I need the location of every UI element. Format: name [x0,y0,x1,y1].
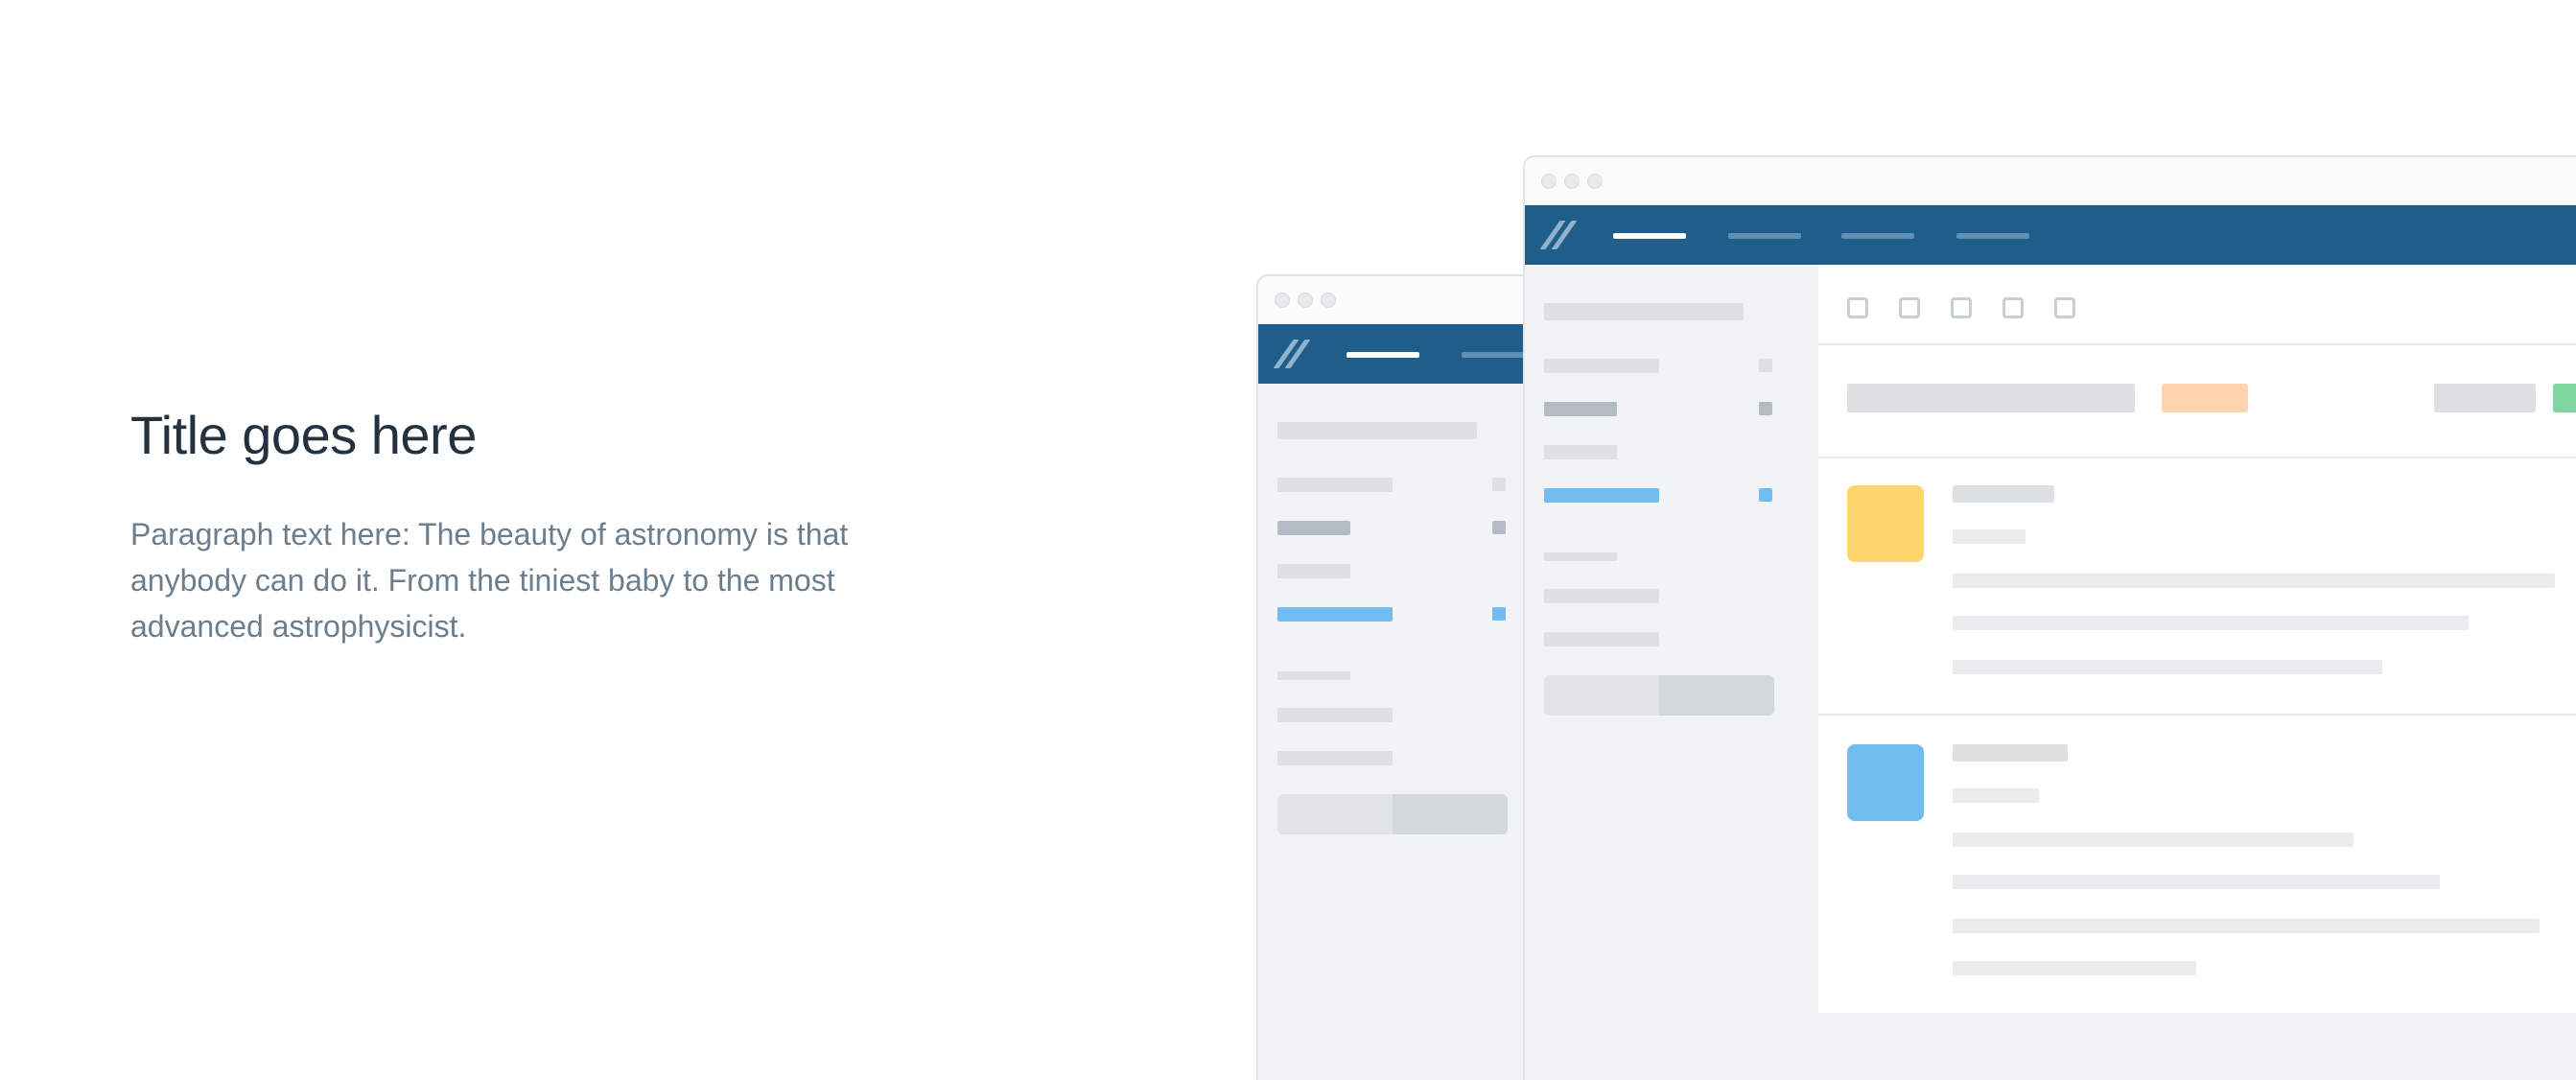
sidebar-item-selected[interactable] [1544,488,1659,503]
nav-item[interactable] [1956,233,2029,239]
sidebar-item[interactable] [1544,445,1617,459]
main-panel [1818,265,2576,1013]
sidebar-item-indicator [1492,607,1506,621]
hero-paragraph: Paragraph text here: The beauty of astro… [130,517,849,645]
back-app-window [1256,274,1544,1080]
filter-field[interactable] [1847,384,2135,412]
filter-field[interactable] [2434,384,2536,412]
avatar [1847,744,1924,821]
checkbox-icon[interactable] [2002,297,2024,318]
sidebar-item[interactable] [1544,632,1659,646]
divider [1818,343,2576,345]
avatar [1847,485,1924,562]
sidebar-heading [1277,422,1477,439]
nav-item-active[interactable] [1347,352,1419,358]
sidebar-item[interactable] [1277,708,1393,722]
front-app-window [1523,155,2576,1080]
list-item-subtitle [1953,529,2026,544]
hero-section: Title goes here Paragraph text here: The… [130,403,955,649]
sidebar-item[interactable] [1277,751,1393,765]
page-title: Title goes here [130,405,477,465]
nav-item[interactable] [1841,233,1914,239]
nav-item-active[interactable] [1613,233,1686,239]
sidebar-item-indicator [1759,359,1772,372]
sidebar-section-label [1277,671,1350,680]
list-item-line [1953,660,2382,674]
window-titlebar [1258,276,1544,324]
sidebar-item-indicator [1492,478,1506,491]
sidebar-item-selected[interactable] [1277,607,1393,622]
sidebar-item-indicator [1759,488,1772,502]
checkbox-icon[interactable] [2054,297,2075,318]
sidebar-toggle[interactable] [1277,794,1508,834]
list-item-line [1953,919,2540,933]
sidebar-item[interactable] [1277,521,1350,535]
sidebar-item-indicator [1759,402,1772,415]
divider [1818,457,2576,458]
nav-item[interactable] [1728,233,1801,239]
list-item-line [1953,616,2469,630]
sidebar-item-indicator [1492,521,1506,534]
top-nav-bar [1525,205,2576,265]
status-badge [2162,384,2248,412]
list-item-line [1953,833,2354,847]
list-item-line [1953,875,2440,889]
top-nav-bar [1258,324,1544,384]
sidebar-heading [1544,303,1744,320]
list-item-subtitle [1953,788,2039,803]
list-item-line [1953,574,2555,588]
sidebar-item[interactable] [1544,402,1617,416]
list-item-line [1953,961,2196,975]
window-minimize-dot-icon[interactable] [1298,293,1313,308]
sidebar-item[interactable] [1277,564,1350,578]
sidebar-item[interactable] [1544,359,1659,373]
window-titlebar [1525,157,2576,205]
sidebar-section-label [1544,552,1617,561]
window-minimize-dot-icon[interactable] [1564,174,1580,189]
window-maximize-dot-icon[interactable] [1321,293,1336,308]
sidebar-item[interactable] [1277,478,1393,492]
status-badge [2553,384,2576,412]
sidebar-item[interactable] [1544,589,1659,603]
checkbox-icon[interactable] [1951,297,1972,318]
divider [1818,714,2576,716]
window-maximize-dot-icon[interactable] [1587,174,1603,189]
checkbox-icon[interactable] [1847,297,1868,318]
list-item-title [1953,744,2068,762]
checkbox-icon[interactable] [1899,297,1920,318]
window-close-dot-icon[interactable] [1275,293,1290,308]
list-item-title [1953,485,2054,503]
window-close-dot-icon[interactable] [1541,174,1557,189]
sidebar-toggle[interactable] [1544,675,1774,716]
